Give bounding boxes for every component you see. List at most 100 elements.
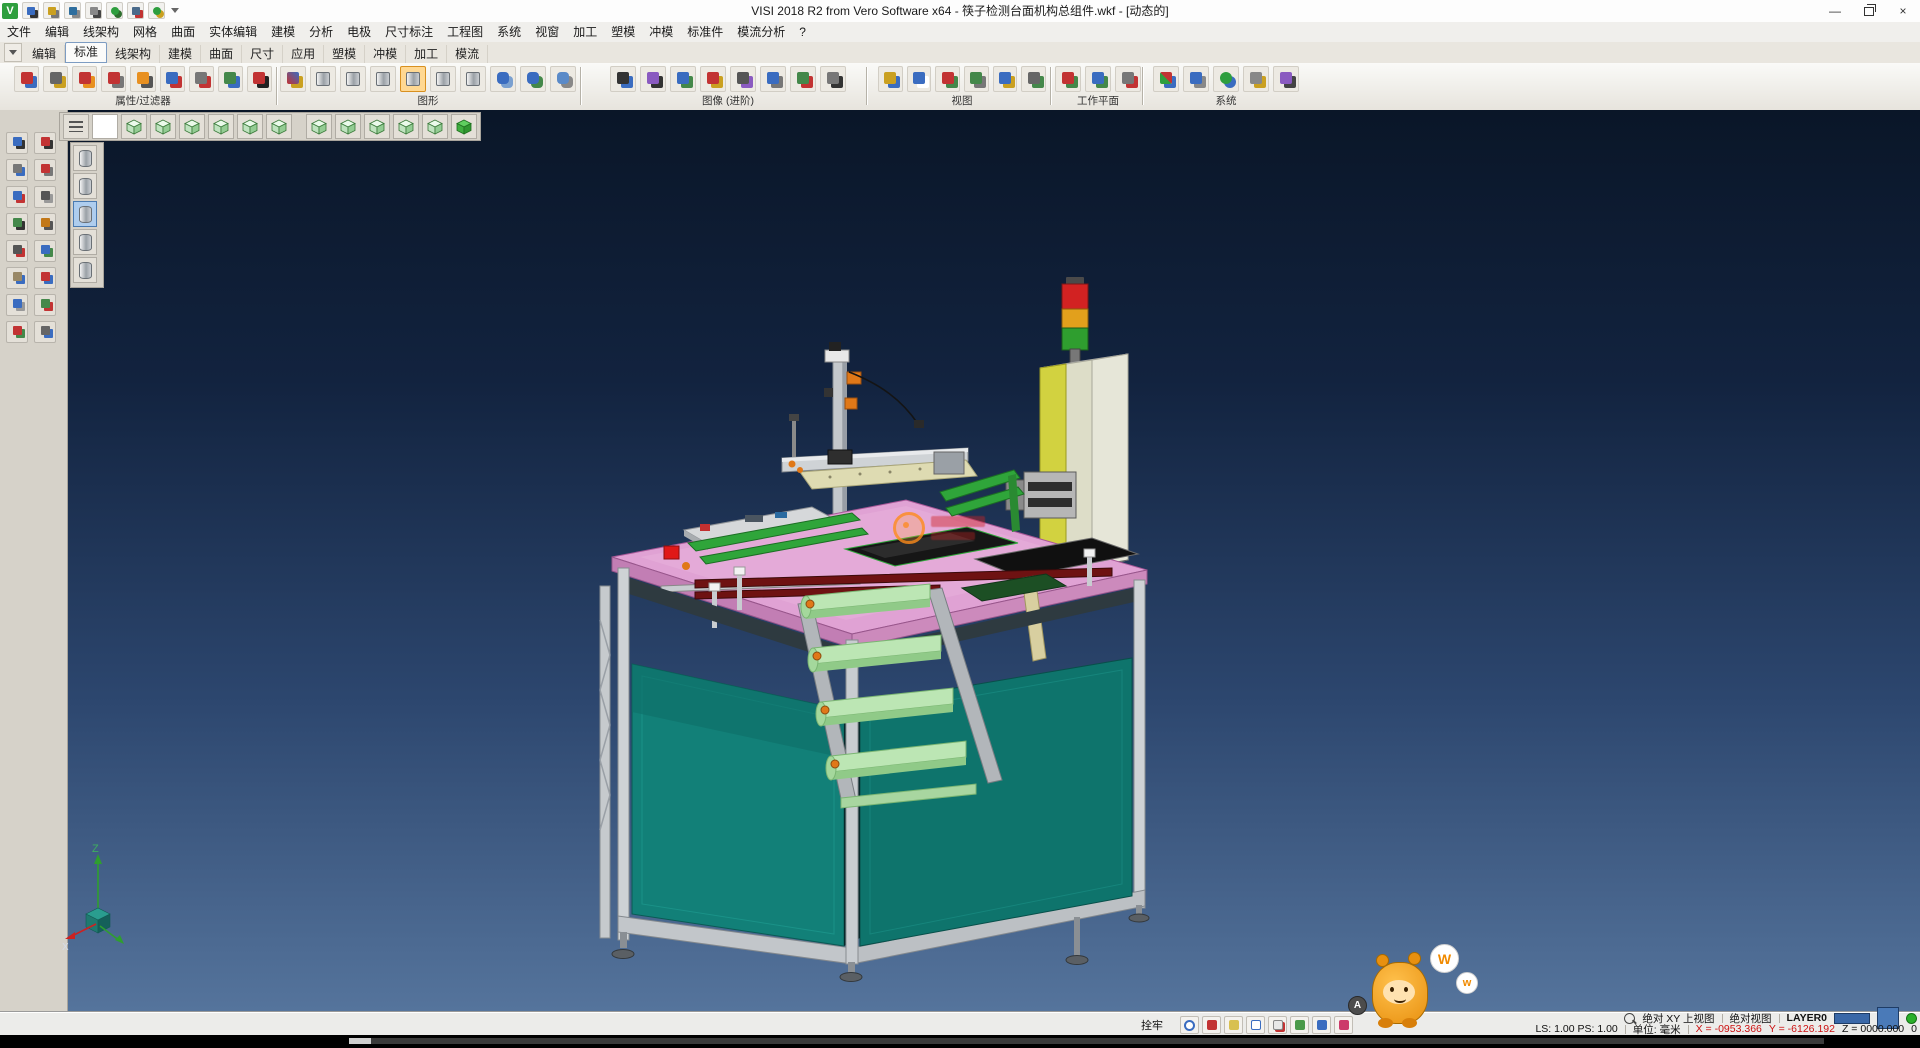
attr-filter-icon[interactable] (218, 66, 243, 92)
gfx-cylinder-3-icon[interactable] (370, 66, 396, 92)
side-layer-icon[interactable] (6, 294, 28, 316)
3d-viewport[interactable] (67, 110, 1920, 1011)
view-top-icon[interactable] (121, 114, 147, 139)
side-erase-icon[interactable] (34, 159, 56, 181)
side-rotate-icon[interactable] (6, 186, 28, 208)
qat-print-icon[interactable] (85, 2, 102, 19)
menu-electrode[interactable]: 电极 (340, 22, 378, 42)
sys-monitor-icon[interactable] (1183, 66, 1209, 92)
status-key-icon[interactable] (1224, 1016, 1243, 1034)
menu-flow-analysis[interactable]: 模流分析 (730, 22, 792, 42)
attr-minus-icon[interactable] (247, 66, 272, 92)
side-paste-icon[interactable] (34, 321, 56, 343)
status-cube-icon[interactable] (1312, 1016, 1331, 1034)
img-glasses-icon[interactable] (610, 66, 636, 92)
filter-solid-active-icon[interactable] (73, 201, 97, 227)
view-list-icon[interactable] (63, 114, 89, 139)
close-button[interactable]: × (1886, 0, 1920, 22)
tab-wireframe[interactable]: 线架构 (107, 45, 160, 63)
view-iso-se-icon[interactable] (364, 114, 390, 139)
horizontal-scrollbar-thumb[interactable] (349, 1038, 371, 1044)
filter-solid-2-icon[interactable] (73, 173, 97, 199)
menu-system[interactable]: 系统 (490, 22, 528, 42)
view-shaded-cube-icon[interactable] (451, 114, 477, 139)
attr-print-icon[interactable] (43, 66, 68, 92)
menu-analysis[interactable]: 分析 (302, 22, 340, 42)
side-mirror-icon[interactable] (34, 186, 56, 208)
tab-machining[interactable]: 加工 (406, 45, 447, 63)
qat-help-icon[interactable] (148, 2, 165, 19)
gfx-cylinder-active-icon[interactable] (400, 66, 426, 92)
img-compare-icon[interactable] (790, 66, 816, 92)
menu-help[interactable]: ? (792, 22, 813, 42)
filter-solid-3-icon[interactable] (73, 229, 97, 255)
status-ratio-icon[interactable] (1290, 1016, 1309, 1034)
tab-standard[interactable]: 标准 (65, 42, 107, 63)
status-pencil-icon[interactable] (1268, 1016, 1287, 1034)
view-iso-ne-icon[interactable] (306, 114, 332, 139)
gfx-database-2-icon[interactable] (520, 66, 546, 92)
view-rotate-icon[interactable] (935, 66, 960, 92)
side-measure-icon[interactable] (34, 267, 56, 289)
qat-dropdown-icon[interactable] (171, 8, 179, 13)
qat-save-icon[interactable] (64, 2, 81, 19)
gfx-database-1-icon[interactable] (490, 66, 516, 92)
img-shade-icon[interactable] (640, 66, 666, 92)
sys-tablet-icon[interactable] (1273, 66, 1299, 92)
gfx-database-3-icon[interactable] (550, 66, 576, 92)
side-offset-icon[interactable] (34, 213, 56, 235)
img-section-icon[interactable] (760, 66, 786, 92)
gfx-cylinder-4-icon[interactable] (430, 66, 456, 92)
snap-toggle[interactable]: 拴牢 (1141, 1017, 1163, 1033)
menu-mesh[interactable]: 网格 (126, 22, 164, 42)
menu-file[interactable]: 文件 (0, 22, 38, 42)
attr-pencil-icon[interactable] (160, 66, 185, 92)
view-back-icon[interactable] (237, 114, 263, 139)
img-texture-icon[interactable] (670, 66, 696, 92)
view-zoom-icon[interactable] (878, 66, 903, 92)
wp-origin-icon[interactable] (1115, 66, 1141, 92)
side-copy-icon[interactable] (6, 321, 28, 343)
attr-cut-icon[interactable] (101, 66, 126, 92)
tab-dropdown-icon[interactable] (4, 43, 22, 62)
side-trim-icon[interactable] (6, 240, 28, 262)
status-e-icon[interactable] (1202, 1016, 1221, 1034)
view-dimetric-icon[interactable] (422, 114, 448, 139)
view-dynamic-icon[interactable] (1021, 66, 1046, 92)
status-2-icon[interactable] (1246, 1016, 1265, 1034)
menu-modeling[interactable]: 建模 (264, 22, 302, 42)
sys-grid-icon[interactable] (1243, 66, 1269, 92)
side-palette-icon[interactable] (6, 267, 28, 289)
sys-color-icon[interactable] (1153, 66, 1179, 92)
tab-application[interactable]: 应用 (283, 45, 324, 63)
menu-window[interactable]: 视窗 (528, 22, 566, 42)
view-fit-icon[interactable] (964, 66, 989, 92)
tab-mould[interactable]: 塑模 (324, 45, 365, 63)
view-iso-sw-icon[interactable] (393, 114, 419, 139)
side-move-icon[interactable] (6, 159, 28, 181)
tab-surface[interactable]: 曲面 (201, 45, 242, 63)
qat-refresh-icon[interactable] (106, 2, 123, 19)
view-right-icon[interactable] (208, 114, 234, 139)
view-front-icon[interactable] (150, 114, 176, 139)
tab-flow[interactable]: 模流 (447, 45, 488, 63)
menu-surface[interactable]: 曲面 (164, 22, 202, 42)
menu-wireframe[interactable]: 线架构 (76, 22, 126, 42)
menu-progress[interactable]: 冲模 (642, 22, 680, 42)
menu-drawing[interactable]: 工程图 (440, 22, 490, 42)
horizontal-scrollbar-track[interactable] (349, 1038, 1824, 1044)
side-attrib-icon[interactable] (34, 294, 56, 316)
view-bottom-icon[interactable] (266, 114, 292, 139)
menu-machining[interactable]: 加工 (566, 22, 604, 42)
wp-axes-icon[interactable] (1055, 66, 1081, 92)
menu-mould[interactable]: 塑模 (604, 22, 642, 42)
sys-globe-icon[interactable] (1213, 66, 1239, 92)
view-pan-icon[interactable] (907, 66, 932, 92)
menu-solid-edit[interactable]: 实体编辑 (202, 22, 264, 42)
img-material-icon[interactable] (730, 66, 756, 92)
gfx-cylinder-2-icon[interactable] (340, 66, 366, 92)
tab-edit[interactable]: 编辑 (24, 45, 65, 63)
img-light-icon[interactable] (700, 66, 726, 92)
tab-dimension[interactable]: 尺寸 (242, 45, 283, 63)
menu-standard-parts[interactable]: 标准件 (680, 22, 730, 42)
